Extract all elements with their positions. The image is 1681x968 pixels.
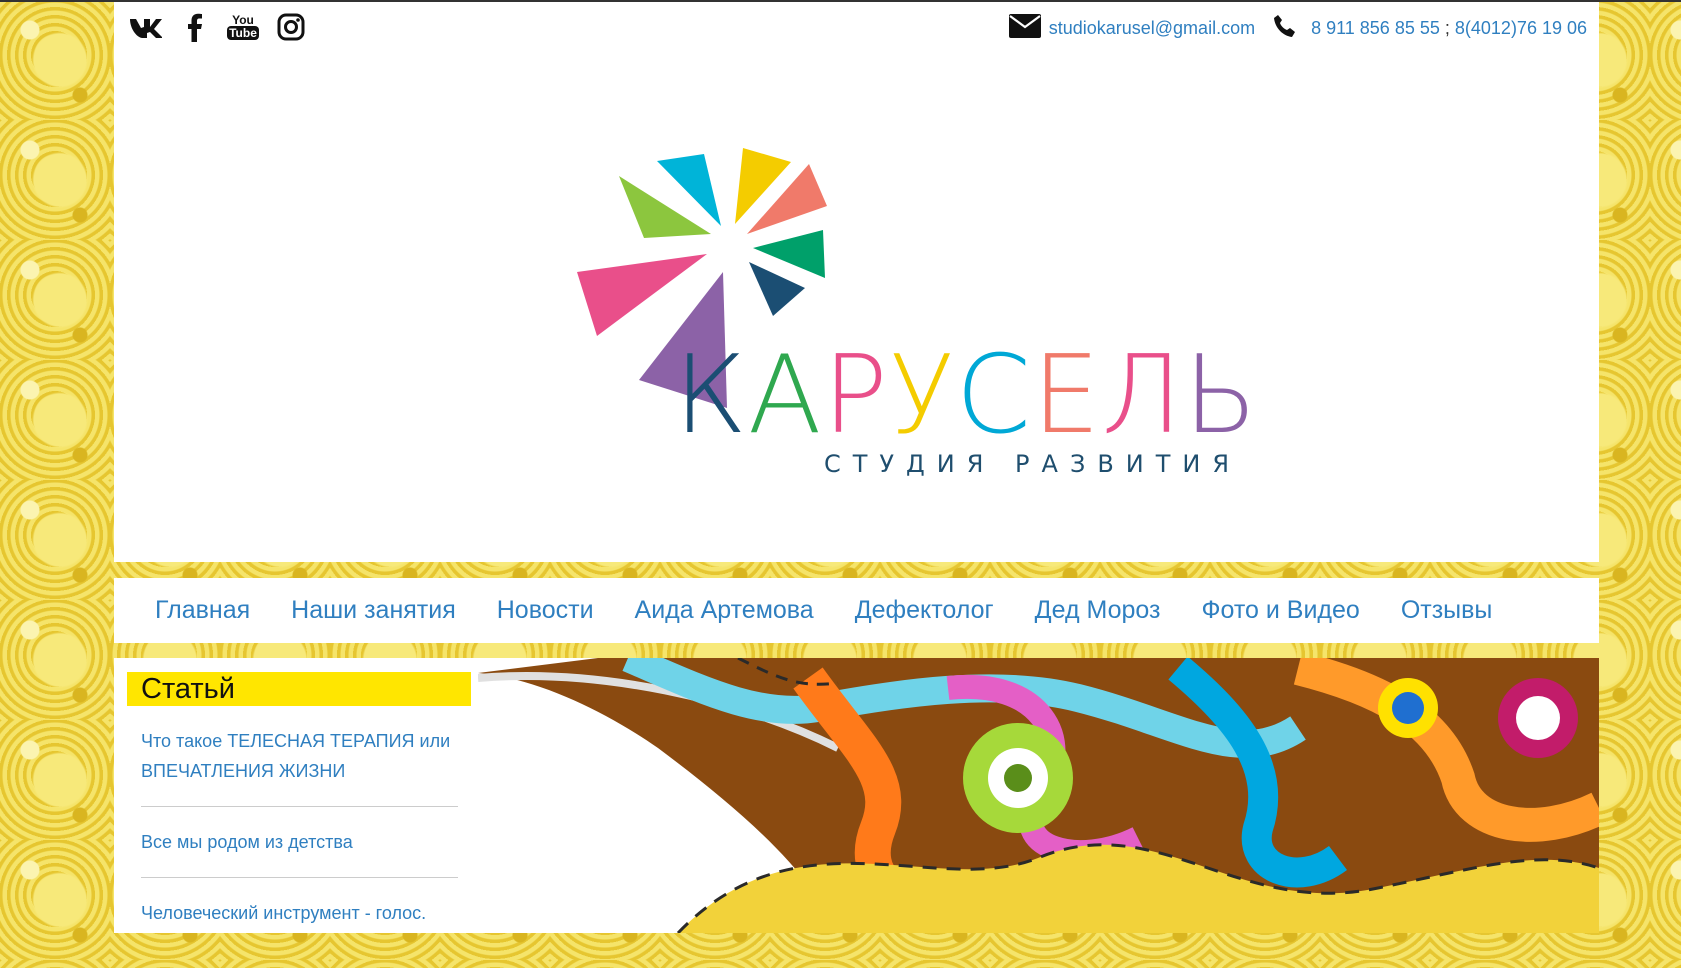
nav-item-ded-moroz[interactable]: Дед Мороз	[1035, 596, 1161, 625]
envelope-icon	[1008, 14, 1041, 43]
article-link[interactable]: Человеческий инструмент - голос.	[141, 898, 458, 948]
brand-letter: Е	[1032, 333, 1102, 458]
brand-name: КАРУСЕЛЬ	[674, 342, 1259, 450]
instagram-icon[interactable]	[274, 10, 308, 44]
phone1-link[interactable]: 8 911 856 85 55	[1311, 18, 1440, 39]
nav-item-reviews[interactable]: Отзывы	[1401, 596, 1493, 625]
main-nav: Главная Наши занятия Новости Аида Артемо…	[114, 578, 1599, 643]
brand-letter: А	[747, 333, 823, 458]
page: You Tube studiokarusel@gmail.com 8 911 8…	[114, 2, 1599, 933]
brand-letter: Л	[1101, 333, 1184, 458]
nav-item-news[interactable]: Новости	[497, 596, 594, 625]
article-list: Что такое ТЕЛЕСНАЯ ТЕРАПИЯ или ВПЕЧАТЛЕН…	[141, 726, 458, 968]
email-link[interactable]: studiokarusel@gmail.com	[1049, 18, 1255, 39]
decorative-banner	[478, 658, 1599, 933]
header: You Tube studiokarusel@gmail.com 8 911 8…	[114, 2, 1599, 562]
brand-letter: К	[674, 333, 748, 458]
nav-item-home[interactable]: Главная	[155, 596, 250, 625]
nav-item-defectologist[interactable]: Дефектолог	[855, 596, 994, 625]
facebook-icon[interactable]	[178, 10, 212, 44]
brand-letter: У	[888, 333, 956, 458]
sidebar-title: Статьй	[127, 672, 471, 706]
youtube-label-you: You	[232, 13, 254, 27]
phone2-link[interactable]: 8(4012)76 19 06	[1455, 18, 1587, 39]
nav-item-photo-video[interactable]: Фото и Видео	[1202, 596, 1360, 625]
brand-tagline: СТУДИЯ РАЗВИТИЯ	[824, 450, 1242, 478]
contacts: studiokarusel@gmail.com 8 911 856 85 55 …	[1008, 14, 1587, 43]
nav-item-classes[interactable]: Наши занятия	[291, 596, 456, 625]
phone-separator: ;	[1444, 18, 1450, 38]
vk-icon[interactable]	[128, 10, 162, 44]
youtube-label-tube: Tube	[227, 26, 259, 40]
content: Статьй Что такое ТЕЛЕСНАЯ ТЕРАПИЯ или ВП…	[114, 658, 1599, 933]
phone-icon	[1273, 14, 1297, 43]
brand-letter: Р	[822, 333, 889, 458]
sidebar: Статьй Что такое ТЕЛЕСНАЯ ТЕРАПИЯ или ВП…	[114, 658, 478, 933]
brand-letter: С	[955, 333, 1033, 458]
article-link[interactable]: Все мы родом из детства	[141, 827, 458, 878]
article-link[interactable]: Что такое ТЕЛЕСНАЯ ТЕРАПИЯ или ВПЕЧАТЛЕН…	[141, 726, 458, 807]
nav-item-aida[interactable]: Аида Артемова	[635, 596, 814, 625]
brand-letter: Ь	[1183, 333, 1259, 458]
paisley-banner-image	[478, 658, 1599, 933]
social-links: You Tube	[128, 10, 308, 44]
youtube-icon[interactable]: You Tube	[227, 10, 259, 44]
